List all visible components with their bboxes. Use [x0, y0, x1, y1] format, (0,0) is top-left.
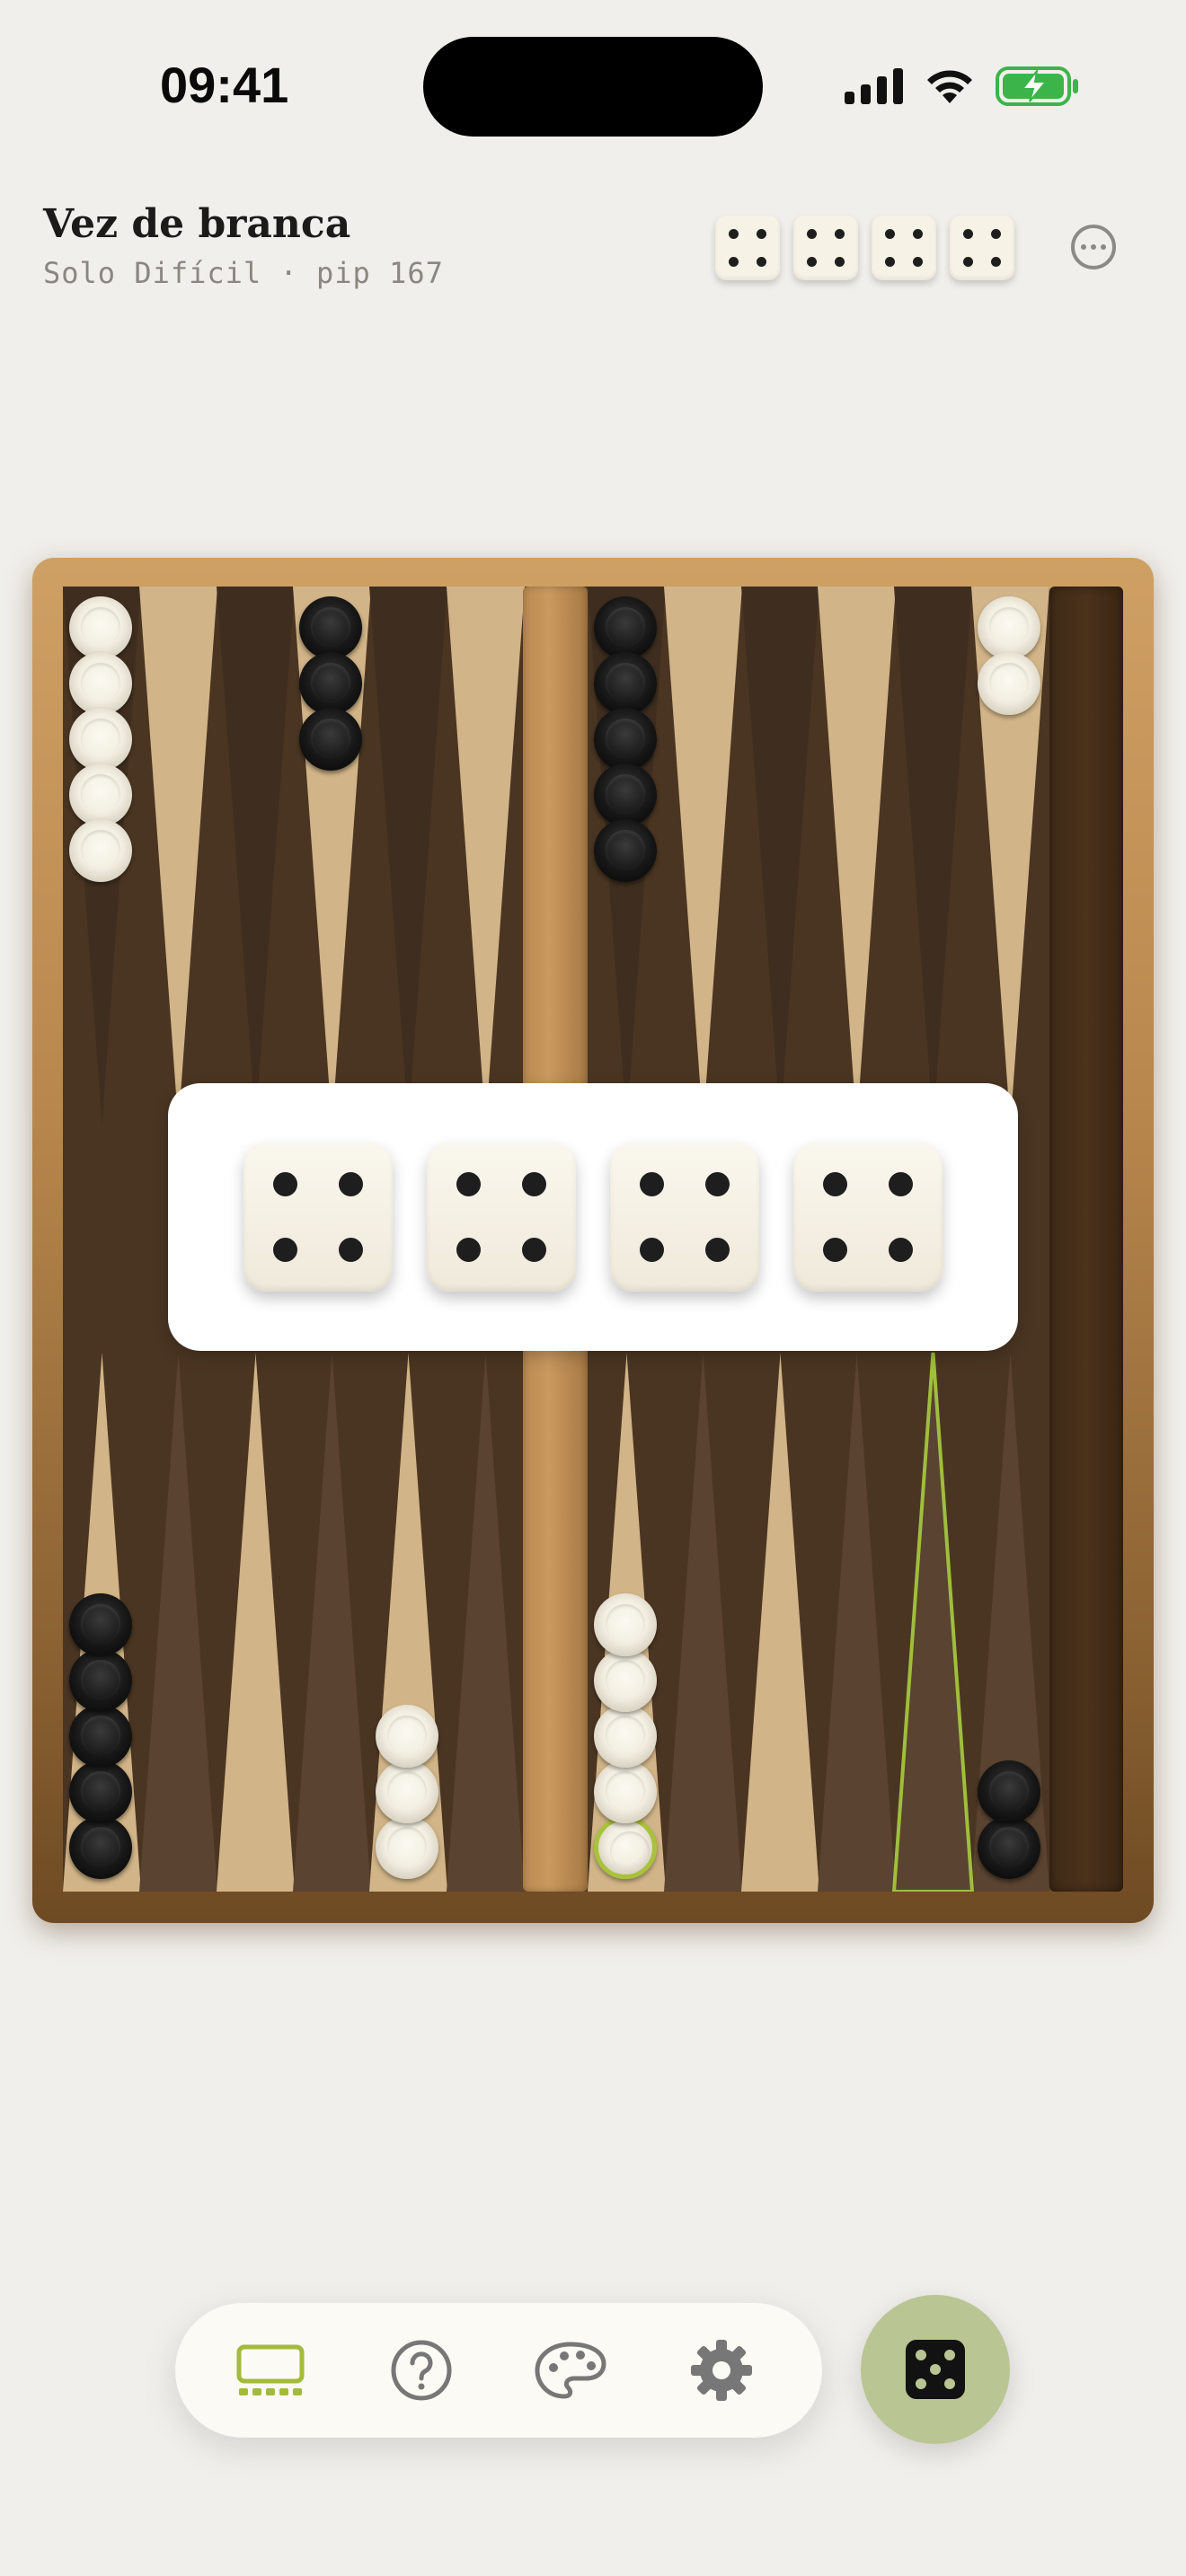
die-pip	[522, 1171, 547, 1196]
die-pip	[835, 228, 845, 239]
rolled-die[interactable]	[793, 1142, 943, 1292]
black-checker[interactable]	[299, 596, 362, 659]
die-pip	[884, 228, 895, 239]
die-pip	[913, 257, 924, 268]
white-checker[interactable]	[594, 1649, 657, 1712]
black-checker[interactable]	[594, 652, 657, 715]
palette-icon	[535, 2342, 606, 2399]
die-pip	[884, 257, 895, 268]
roll-dice-button[interactable]	[861, 2295, 1010, 2444]
die-pip	[339, 1238, 364, 1263]
black-checker[interactable]	[69, 1705, 132, 1768]
die-pip	[757, 257, 767, 268]
white-checker[interactable]	[69, 763, 132, 826]
die-pip	[913, 228, 924, 239]
die-pip	[835, 257, 845, 268]
nav-help-button[interactable]	[375, 2324, 468, 2417]
black-checker[interactable]	[594, 708, 657, 771]
black-checker[interactable]	[594, 819, 657, 882]
black-checker[interactable]	[978, 1760, 1040, 1823]
dynamic-island	[423, 37, 763, 137]
white-checker[interactable]	[69, 596, 132, 659]
die-pip	[456, 1171, 481, 1196]
gear-icon	[691, 2340, 752, 2401]
signal-icon	[845, 68, 903, 104]
game-mode-subtitle: Solo Difícil · pip 167	[43, 256, 444, 290]
status-time: 09:41	[160, 57, 289, 113]
current-dice	[715, 216, 1014, 280]
die-pip	[456, 1238, 481, 1263]
die-pip	[639, 1171, 664, 1196]
bear-off-tray[interactable]	[1049, 587, 1123, 1892]
white-checker[interactable]	[978, 652, 1040, 715]
die-pip	[991, 228, 1002, 239]
mini-die	[793, 216, 858, 280]
die-pip	[728, 257, 739, 268]
die-pip	[272, 1171, 297, 1196]
black-checker[interactable]	[299, 708, 362, 771]
white-checker[interactable]	[69, 652, 132, 715]
question-circle-icon	[391, 2340, 452, 2401]
mini-die	[872, 216, 936, 280]
black-checker[interactable]	[69, 1816, 132, 1879]
white-checker[interactable]	[594, 1760, 657, 1823]
rolled-die[interactable]	[610, 1142, 759, 1292]
white-checker[interactable]	[376, 1816, 438, 1879]
selected-white-checker[interactable]	[594, 1816, 657, 1879]
die-pip	[272, 1238, 297, 1263]
die-pip	[639, 1238, 664, 1263]
nav-board-button[interactable]	[224, 2324, 317, 2417]
mini-die	[715, 216, 780, 280]
die-pip	[889, 1171, 914, 1196]
die-five-icon	[906, 2340, 965, 2399]
die-pip	[962, 257, 973, 268]
die-pip	[757, 228, 767, 239]
die-pip	[822, 1171, 847, 1196]
die-pip	[339, 1171, 364, 1196]
black-checker[interactable]	[299, 652, 362, 715]
die-pip	[806, 257, 817, 268]
wifi-icon	[927, 70, 972, 103]
ellipsis-circle-icon	[1081, 244, 1086, 250]
turn-title: Vez de branca	[43, 201, 351, 247]
mini-die	[950, 216, 1014, 280]
die-pip	[705, 1238, 730, 1263]
black-checker[interactable]	[978, 1816, 1040, 1879]
black-checker[interactable]	[69, 1593, 132, 1656]
dice-roll-overlay[interactable]	[168, 1083, 1018, 1351]
die-pip	[889, 1238, 914, 1263]
bottom-nav	[175, 2303, 822, 2438]
white-checker[interactable]	[376, 1760, 438, 1823]
die-pip	[962, 228, 973, 239]
more-options-button[interactable]	[1071, 225, 1116, 269]
status-icons	[845, 65, 1080, 108]
white-checker[interactable]	[69, 819, 132, 882]
die-pip	[728, 228, 739, 239]
black-checker[interactable]	[594, 763, 657, 826]
white-checker[interactable]	[978, 596, 1040, 659]
die-pip	[991, 257, 1002, 268]
nav-settings-button[interactable]	[675, 2324, 768, 2417]
white-checker[interactable]	[69, 708, 132, 771]
black-checker[interactable]	[69, 1649, 132, 1712]
rolled-die[interactable]	[243, 1142, 393, 1292]
white-checker[interactable]	[594, 1593, 657, 1656]
black-checker[interactable]	[594, 596, 657, 659]
die-pip	[806, 228, 817, 239]
white-checker[interactable]	[376, 1705, 438, 1768]
board-icon	[236, 2344, 305, 2395]
battery-charging-icon	[996, 66, 1078, 106]
die-pip	[705, 1171, 730, 1196]
rolled-die[interactable]	[427, 1142, 576, 1292]
black-checker[interactable]	[69, 1760, 132, 1823]
white-checker[interactable]	[594, 1705, 657, 1768]
die-pip	[822, 1238, 847, 1263]
die-pip	[522, 1238, 547, 1263]
nav-themes-button[interactable]	[524, 2324, 617, 2417]
